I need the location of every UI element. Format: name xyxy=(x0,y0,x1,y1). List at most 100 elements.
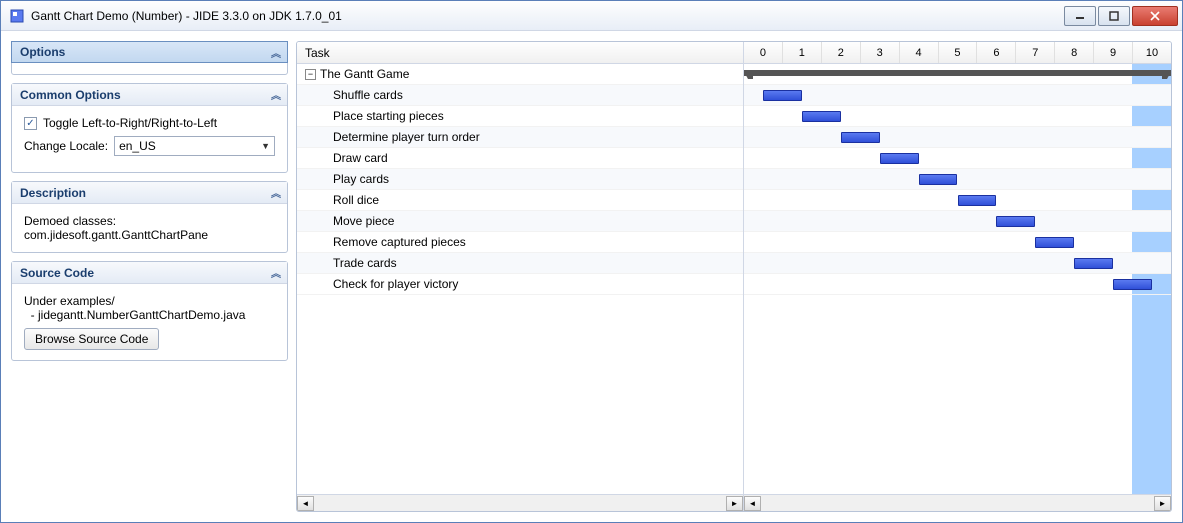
task-column: Task −The Gantt Game Shuffle cards Place s… xyxy=(297,42,744,511)
task-row[interactable]: Check for player victory xyxy=(297,274,743,295)
task-name: Determine player turn order xyxy=(333,130,480,144)
chart-row xyxy=(744,127,1171,148)
task-row[interactable]: Move piece xyxy=(297,211,743,232)
task-row[interactable]: Shuffle cards xyxy=(297,85,743,106)
chart-rows xyxy=(744,64,1171,494)
task-list[interactable]: −The Gantt Game Shuffle cards Place starti… xyxy=(297,64,743,494)
common-options-panel: Common Options ︽ ✓ Toggle Left-to-Right/… xyxy=(11,83,288,173)
common-options-body: ✓ Toggle Left-to-Right/Right-to-Left Cha… xyxy=(12,106,287,172)
gantt-pane: Task −The Gantt Game Shuffle cards Place s… xyxy=(296,41,1172,512)
task-row[interactable]: Determine player turn order xyxy=(297,127,743,148)
chart-hscrollbar[interactable]: ◄ ► xyxy=(744,494,1171,511)
chart-row xyxy=(744,148,1171,169)
description-panel: Description ︽ Demoed classes: com.jideso… xyxy=(11,181,288,253)
description-body: Demoed classes: com.jidesoft.gantt.Gantt… xyxy=(12,204,287,252)
chart-row xyxy=(744,64,1171,85)
gantt-task-bar[interactable] xyxy=(802,111,841,122)
scroll-right-icon[interactable]: ► xyxy=(1154,496,1171,511)
task-row[interactable]: Place starting pieces xyxy=(297,106,743,127)
task-column-header[interactable]: Task xyxy=(297,42,743,64)
gantt-task-bar[interactable] xyxy=(958,195,997,206)
dropdown-icon: ▼ xyxy=(261,141,270,151)
gantt-task-bar[interactable] xyxy=(1113,279,1152,290)
scroll-left-icon[interactable]: ◄ xyxy=(297,496,314,511)
gantt-task-bar[interactable] xyxy=(996,216,1035,227)
timeline-tick: 9 xyxy=(1094,42,1133,63)
chart-row xyxy=(744,190,1171,211)
collapse-icon: ︽ xyxy=(271,45,279,60)
task-name: Place starting pieces xyxy=(333,109,444,123)
chart-row xyxy=(744,253,1171,274)
locale-label: Change Locale: xyxy=(24,139,108,153)
timeline-header[interactable]: 012345678910 xyxy=(744,42,1171,64)
collapse-icon: ︽ xyxy=(271,265,279,280)
task-name: Trade cards xyxy=(333,256,397,270)
timeline-tick: 8 xyxy=(1055,42,1094,63)
maximize-button[interactable] xyxy=(1098,6,1130,26)
toggle-ltr-checkbox[interactable]: ✓ xyxy=(24,117,37,130)
options-panel-header[interactable]: Options ︽ xyxy=(11,41,288,63)
app-window: Gantt Chart Demo (Number) - JIDE 3.3.0 o… xyxy=(0,0,1183,523)
task-row[interactable]: Play cards xyxy=(297,169,743,190)
source-path-item: - jidegantt.NumberGanttChartDemo.java xyxy=(24,308,275,322)
sidebar: Options ︽ Common Options ︽ ✓ Toggle Left… xyxy=(11,41,288,512)
gantt-task-bar[interactable] xyxy=(841,132,880,143)
minimize-button[interactable] xyxy=(1064,6,1096,26)
window-controls xyxy=(1062,6,1178,26)
browse-source-button[interactable]: Browse Source Code xyxy=(24,328,159,350)
task-name: Roll dice xyxy=(333,193,379,207)
description-header[interactable]: Description ︽ xyxy=(12,182,287,204)
task-name: Shuffle cards xyxy=(333,88,403,102)
task-name: Remove captured pieces xyxy=(333,235,466,249)
chart-row xyxy=(744,211,1171,232)
timeline-tick: 5 xyxy=(939,42,978,63)
timeline-tick: 3 xyxy=(861,42,900,63)
chart-row xyxy=(744,169,1171,190)
chart-row xyxy=(744,85,1171,106)
collapse-icon: ︽ xyxy=(271,185,279,200)
gantt-task-bar[interactable] xyxy=(763,90,802,101)
demoed-classes-value: com.jidesoft.gantt.GanttChartPane xyxy=(24,228,275,242)
options-panel-body xyxy=(12,62,287,74)
gantt-summary-bar[interactable] xyxy=(744,70,1171,76)
titlebar[interactable]: Gantt Chart Demo (Number) - JIDE 3.3.0 o… xyxy=(1,1,1182,31)
gantt-task-bar[interactable] xyxy=(919,174,958,185)
timeline-tick: 1 xyxy=(783,42,822,63)
chart-row xyxy=(744,274,1171,295)
task-row[interactable]: Draw card xyxy=(297,148,743,169)
task-name: The Gantt Game xyxy=(320,67,409,81)
task-hscrollbar[interactable]: ◄ ► xyxy=(297,494,743,511)
source-code-header[interactable]: Source Code ︽ xyxy=(12,262,287,284)
chart-column: 012345678910 ◄ ► xyxy=(744,42,1171,511)
gantt-task-bar[interactable] xyxy=(1035,237,1074,248)
content-area: Options ︽ Common Options ︽ ✓ Toggle Left… xyxy=(1,31,1182,522)
timeline-tick: 0 xyxy=(744,42,783,63)
panel-title: Common Options xyxy=(20,88,121,102)
task-row[interactable]: Trade cards xyxy=(297,253,743,274)
locale-combobox[interactable]: en_US ▼ xyxy=(114,136,275,156)
task-row[interactable]: Remove captured pieces xyxy=(297,232,743,253)
gantt-task-bar[interactable] xyxy=(1074,258,1113,269)
gantt-task-bar[interactable] xyxy=(880,153,919,164)
timeline-tick: 7 xyxy=(1016,42,1055,63)
window-title: Gantt Chart Demo (Number) - JIDE 3.3.0 o… xyxy=(31,9,1062,23)
panel-title: Options xyxy=(20,45,65,59)
task-name: Move piece xyxy=(333,214,394,228)
timeline-tick: 6 xyxy=(977,42,1016,63)
scroll-left-icon[interactable]: ◄ xyxy=(744,496,761,511)
close-button[interactable] xyxy=(1132,6,1178,26)
chart-row xyxy=(744,232,1171,253)
task-row[interactable]: −The Gantt Game xyxy=(297,64,743,85)
chart-body[interactable] xyxy=(744,64,1171,494)
timeline-tick: 4 xyxy=(900,42,939,63)
collapse-icon: ︽ xyxy=(271,87,279,102)
source-code-panel: Source Code ︽ Under examples/ - jidegant… xyxy=(11,261,288,361)
scroll-right-icon[interactable]: ► xyxy=(726,496,743,511)
panel-title: Source Code xyxy=(20,266,94,280)
source-code-body: Under examples/ - jidegantt.NumberGanttC… xyxy=(12,284,287,360)
tree-collapse-icon[interactable]: − xyxy=(305,69,316,80)
common-options-header[interactable]: Common Options ︽ xyxy=(12,84,287,106)
task-row[interactable]: Roll dice xyxy=(297,190,743,211)
source-path-label: Under examples/ xyxy=(24,294,275,308)
chart-row xyxy=(744,106,1171,127)
